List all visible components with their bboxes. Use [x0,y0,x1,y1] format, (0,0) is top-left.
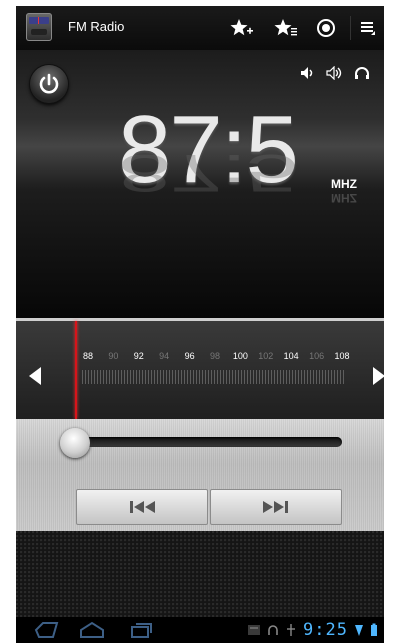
seek-next-button[interactable] [210,489,342,525]
record-button[interactable] [312,15,340,41]
speaker-icon[interactable] [300,66,316,80]
speaker-low-icon[interactable] [326,66,344,80]
seek-previous-button[interactable] [76,489,208,525]
radio-status-icon [248,625,261,635]
frequency-unit: MHZ [331,177,357,191]
arrow-right-icon [373,367,384,385]
frequency-display: 87:5 87:5 MHZ MHZ [16,50,384,318]
action-bar-divider [350,16,351,40]
scale-label-98: 98 [209,351,221,361]
frequency-scale-ticks [82,370,344,384]
scale-label-100: 100 [232,351,248,361]
tune-up-button[interactable] [368,361,384,391]
recent-apps-icon [131,623,152,638]
skip-previous-icon [130,501,155,513]
back-button[interactable] [34,621,60,643]
frequency-reflection: 87:5 [118,143,297,203]
power-button[interactable] [30,65,68,103]
wifi-signal-icon [355,625,363,636]
record-icon [317,19,335,37]
usb-status-icon [287,624,296,636]
tuner-strip[interactable]: 88 90 92 94 96 98 100 102 104 106 108 [16,321,384,419]
volume-slider-track[interactable] [62,437,342,447]
frequency-readout: 87:5 87:5 [118,100,338,210]
system-bar: 9:25 [16,617,384,643]
scale-label-94: 94 [159,351,170,361]
audio-output-icons [300,66,370,80]
radio-app-icon[interactable] [26,13,52,41]
add-favorite-button[interactable] [228,15,256,41]
action-bar: FM Radio [16,6,384,50]
home-button[interactable] [78,621,106,643]
star-list-icon [274,19,297,36]
scale-label-92: 92 [133,351,144,361]
frequency-unit-reflection: MHZ [331,191,357,205]
scale-label-96: 96 [184,351,195,361]
control-panel [16,419,384,531]
star-plus-icon [230,19,253,36]
headset-status-icon [268,625,278,635]
status-clock: 9:25 [303,620,348,640]
skip-next-icon [263,501,288,513]
fm-radio-screen: FM Radio 87:5 87:5 MHZ MHZ 88 90 92 94 9… [16,6,384,643]
scale-label-104: 104 [283,351,299,361]
overflow-menu-button[interactable] [354,15,382,41]
back-icon [34,622,59,638]
battery-icon [371,623,377,636]
status-area[interactable]: 9:25 [247,620,378,640]
frequency-scale: 88 90 92 94 96 98 100 102 104 106 108 [78,351,350,365]
volume-slider-thumb[interactable] [60,428,90,458]
scale-label-106: 106 [309,351,325,361]
scale-label-88: 88 [82,351,94,361]
tune-down-button[interactable] [24,361,46,391]
favorites-list-button[interactable] [272,15,300,41]
home-icon [80,621,104,638]
scale-label-108: 108 [334,351,350,361]
scale-label-90: 90 [108,351,119,361]
arrow-left-icon [29,367,41,385]
menu-icon [361,22,375,35]
scale-label-102: 102 [258,351,274,361]
headphones-icon[interactable] [354,66,370,80]
lower-background [16,531,384,617]
power-icon [39,73,59,94]
tuner-needle[interactable] [75,321,77,419]
app-title: FM Radio [68,19,125,34]
recent-apps-button[interactable] [128,621,154,643]
